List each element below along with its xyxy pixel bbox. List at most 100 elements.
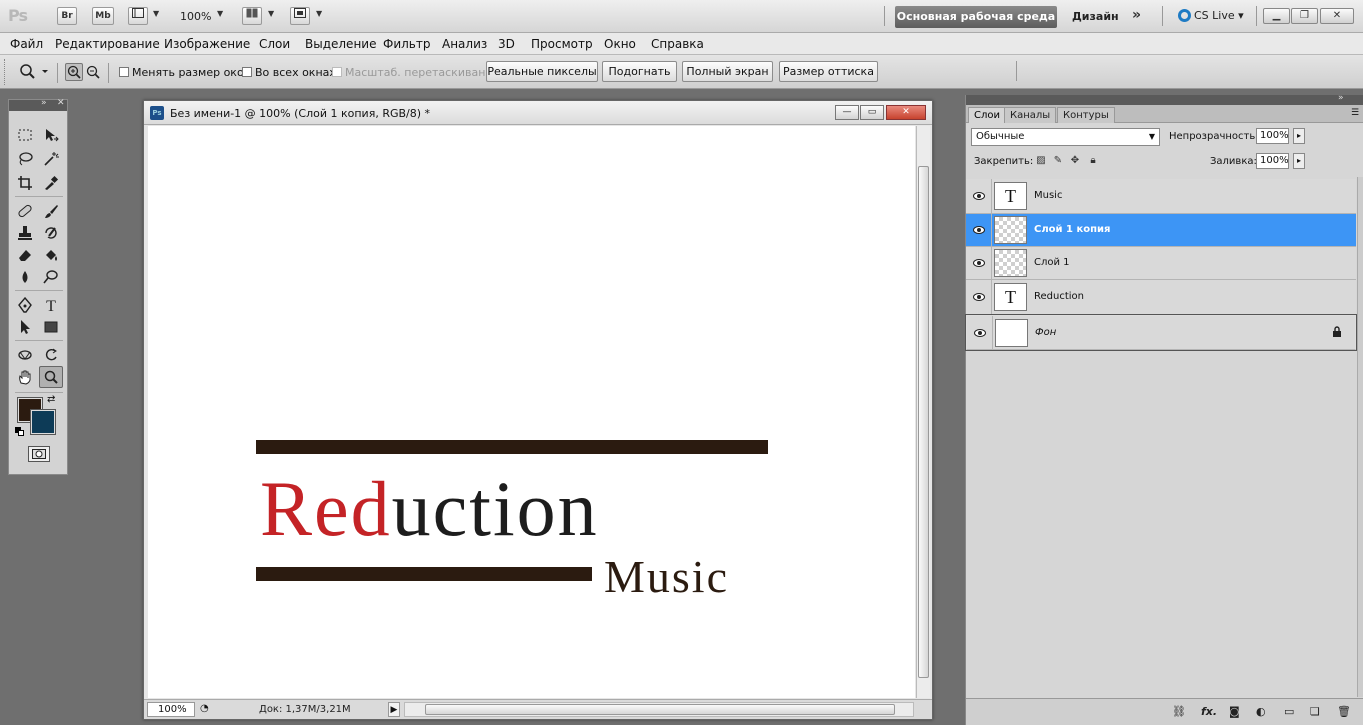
background-color-swatch[interactable]	[30, 409, 56, 435]
tab-layers[interactable]: Слои	[968, 107, 1006, 123]
zoom-field[interactable]: 100%	[147, 702, 195, 717]
tool-3d-camera[interactable]	[39, 344, 63, 366]
visibility-eye-icon[interactable]	[966, 247, 992, 279]
tools-panel-header[interactable]: » ✕	[9, 98, 67, 111]
tool-quick-selection[interactable]	[39, 148, 63, 170]
layer-row[interactable]: Слой 1	[966, 247, 1356, 280]
menu-select[interactable]: Выделение	[305, 37, 376, 51]
document-title-bar[interactable]: Ps Без имени-1 @ 100% (Слой 1 копия, RGB…	[144, 101, 932, 125]
fit-screen-button[interactable]: Подогнать	[602, 61, 677, 82]
add-mask-icon[interactable]: ◙	[1229, 705, 1240, 718]
tool-move[interactable]	[39, 124, 63, 146]
chevron-down-icon[interactable]: ▼	[268, 9, 274, 18]
menu-help[interactable]: Справка	[651, 37, 704, 51]
tab-channels[interactable]: Каналы	[1004, 107, 1057, 123]
vertical-scrollbar[interactable]	[916, 126, 930, 698]
tool-gradient[interactable]	[39, 244, 63, 266]
adjustment-layer-icon[interactable]: ◐	[1256, 705, 1266, 718]
scrubby-zoom-checkbox[interactable]: Масштаб. перетаскиванием	[332, 66, 508, 79]
cs-live-button[interactable]: CS Live ▾	[1178, 9, 1244, 22]
status-menu-icon[interactable]: ◔	[200, 703, 209, 714]
visibility-eye-icon[interactable]	[967, 316, 993, 349]
new-layer-icon[interactable]: ❏	[1310, 705, 1320, 718]
print-size-button[interactable]: Размер оттиска	[779, 61, 878, 82]
tool-lasso[interactable]	[13, 148, 37, 170]
swap-colors-icon[interactable]: ⇄	[47, 394, 55, 405]
layer-row-selected[interactable]: Слой 1 копия	[966, 214, 1356, 247]
tool-clone-stamp[interactable]	[13, 222, 37, 244]
canvas[interactable]: Reduction Music	[148, 126, 915, 698]
document-close-button[interactable]: ✕	[886, 105, 926, 120]
horizontal-scrollbar[interactable]	[404, 702, 914, 717]
menu-layers[interactable]: Слои	[259, 37, 290, 51]
tool-eyedropper[interactable]	[39, 172, 63, 194]
tool-preset-picker[interactable]	[18, 63, 50, 84]
vertical-scroll-thumb[interactable]	[918, 166, 929, 678]
chevron-down-icon[interactable]: ▼	[153, 9, 159, 18]
menu-view[interactable]: Просмотр	[531, 37, 593, 51]
panel-menu-icon[interactable]: ☰	[1351, 108, 1359, 118]
tool-eraser[interactable]	[13, 244, 37, 266]
horizontal-scroll-thumb[interactable]	[425, 704, 895, 715]
link-layers-icon[interactable]: ⛓	[1172, 705, 1186, 718]
tool-blur[interactable]	[13, 266, 37, 288]
zoom-in-mode-button[interactable]	[65, 63, 83, 81]
tool-brush[interactable]	[39, 200, 63, 222]
menu-image[interactable]: Изображение	[164, 37, 250, 51]
delete-layer-icon[interactable]: 🗑︎	[1337, 705, 1351, 718]
extras-button[interactable]	[128, 7, 148, 25]
arrange-documents-button[interactable]	[242, 7, 262, 25]
opacity-field[interactable]: 100%	[1256, 128, 1289, 144]
blend-mode-select[interactable]: Обычные ▼	[971, 128, 1160, 146]
mini-bridge-button[interactable]: Mb	[92, 7, 114, 25]
visibility-eye-icon[interactable]	[966, 179, 992, 213]
fill-slider-button[interactable]: ▸	[1293, 153, 1305, 169]
menu-window[interactable]: Окно	[604, 37, 636, 51]
tool-path-selection[interactable]	[13, 316, 37, 338]
tab-paths[interactable]: Контуры	[1057, 107, 1115, 123]
menu-analysis[interactable]: Анализ	[442, 37, 487, 51]
panel-dock-header[interactable]: »	[966, 93, 1363, 105]
visibility-eye-icon[interactable]	[966, 214, 992, 246]
workspace-essentials-button[interactable]: Основная рабочая среда	[895, 6, 1057, 28]
menu-file[interactable]: Файл	[10, 37, 43, 51]
workspace-design-button[interactable]: Дизайн	[1072, 10, 1119, 23]
opacity-slider-button[interactable]: ▸	[1293, 128, 1305, 144]
layer-row[interactable]: T Music	[966, 179, 1356, 214]
tool-hand[interactable]	[13, 366, 37, 388]
tool-dodge[interactable]	[39, 266, 63, 288]
new-group-icon[interactable]: ▭	[1284, 705, 1294, 718]
menu-edit[interactable]: Редактирование	[55, 37, 160, 51]
menu-3d[interactable]: 3D	[498, 37, 515, 51]
tool-shape[interactable]	[39, 316, 63, 338]
close-panel-icon[interactable]: ✕	[57, 98, 65, 108]
zoom-all-windows-checkbox[interactable]: Во всех окнах	[242, 66, 336, 79]
menu-filter[interactable]: Фильтр	[383, 37, 430, 51]
default-colors-icon[interactable]	[15, 426, 24, 436]
layer-row[interactable]: T Reduction	[966, 280, 1356, 315]
tool-type[interactable]: T	[39, 294, 63, 316]
chevron-down-icon[interactable]: ▼	[316, 9, 322, 18]
tool-crop[interactable]	[13, 172, 37, 194]
tool-3d-rotate[interactable]	[13, 344, 37, 366]
tool-healing-brush[interactable]	[13, 200, 37, 222]
document-maximize-button[interactable]: ▭	[860, 105, 884, 120]
collapse-panel-icon[interactable]: »	[41, 98, 47, 108]
visibility-eye-icon[interactable]	[966, 280, 992, 314]
fill-field[interactable]: 100%	[1256, 153, 1289, 169]
chevron-down-icon[interactable]: ▼	[217, 9, 223, 18]
layer-row-background[interactable]: Фон	[965, 314, 1357, 351]
minimize-window-button[interactable]: ▁	[1263, 8, 1290, 24]
quick-mask-button[interactable]	[28, 446, 50, 462]
document-minimize-button[interactable]: —	[835, 105, 859, 120]
tool-history-brush[interactable]	[39, 222, 63, 244]
tool-pen[interactable]	[13, 294, 37, 316]
layers-scrollbar[interactable]	[1357, 177, 1363, 697]
zoom-level[interactable]: 100%	[180, 10, 211, 23]
bridge-button[interactable]: Br	[57, 7, 77, 25]
restore-window-button[interactable]: ❐	[1291, 8, 1318, 24]
tool-zoom[interactable]	[39, 366, 63, 388]
status-info-menu-button[interactable]: ▶	[388, 702, 400, 717]
lock-all-icon[interactable]: 🔒︎	[1087, 155, 1099, 167]
lock-transparency-icon[interactable]: ▨	[1035, 155, 1047, 167]
